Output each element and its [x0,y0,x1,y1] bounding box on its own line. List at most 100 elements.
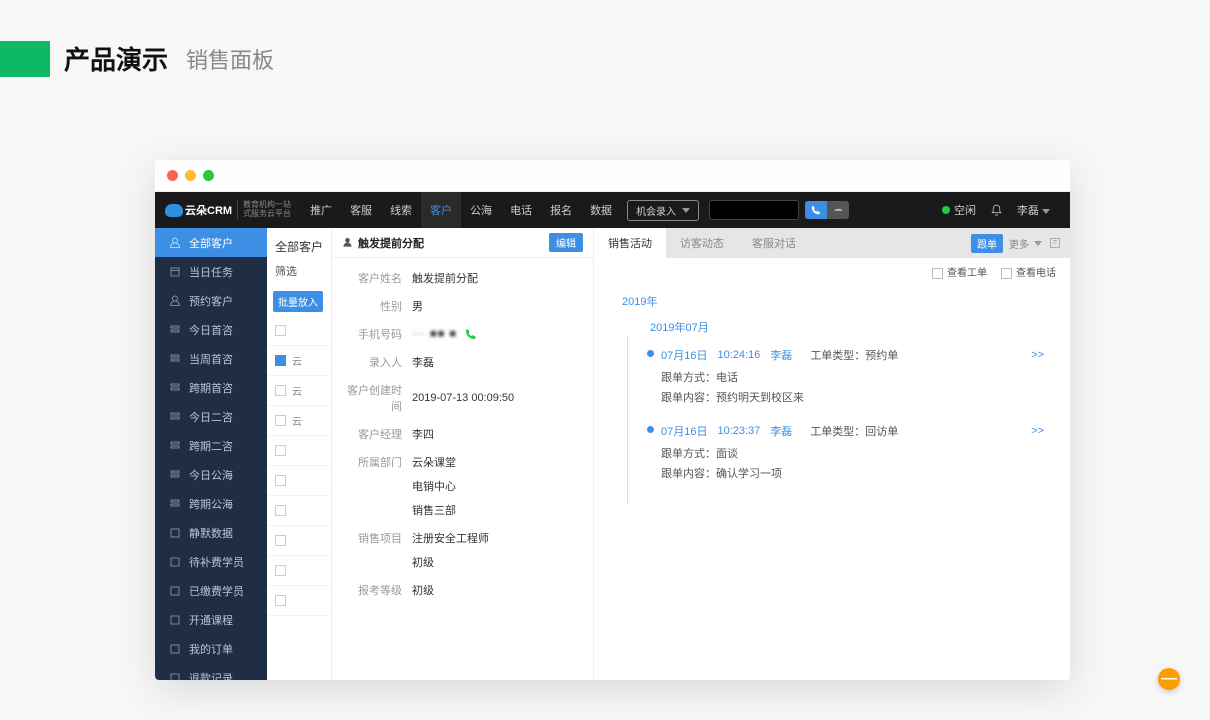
row-checkbox[interactable] [275,325,286,336]
follow-badge[interactable]: 跟单 [971,234,1003,253]
nav-item-线索[interactable]: 线索 [381,192,421,228]
status-indicator[interactable]: 空闲 [942,202,976,218]
more-menu[interactable]: 更多 [1009,236,1042,251]
sidebar-icon [169,498,181,510]
sidebar-item-10[interactable]: 静默数据 [155,518,267,547]
row-checkbox[interactable] [275,595,286,606]
user-menu[interactable]: 李磊 [1017,202,1050,218]
sidebar-item-11[interactable]: 待补费学员 [155,547,267,576]
detail-field: 录入人李磊 [342,348,583,376]
logo[interactable]: 云朵CRM 教育机构一站 式服务云平台 [165,201,291,219]
timeline-dot-icon [647,350,654,357]
list-row[interactable] [267,466,331,496]
timeline-item: 07月16日10:24:16李磊工单类型：预约单>>跟单方式：电话跟单内容：预约… [650,341,1050,417]
expand-button[interactable]: >> [1031,349,1050,361]
sidebar-item-13[interactable]: 开通课程 [155,605,267,634]
sidebar-item-8[interactable]: 今日公海 [155,460,267,489]
float-action-button[interactable]: — [1158,668,1180,690]
list-row[interactable] [267,526,331,556]
row-checkbox[interactable] [275,415,286,426]
activity-toolbar: 查看工单 查看电话 [594,258,1070,285]
list-row[interactable] [267,556,331,586]
sidebar-item-15[interactable]: 退款记录 [155,663,267,680]
sidebar-item-12[interactable]: 已缴费学员 [155,576,267,605]
app-window: 云朵CRM 教育机构一站 式服务云平台 推广客服线索客户公海电话报名数据 机会录… [155,160,1070,680]
sidebar-icon [169,585,181,597]
nav-item-客服[interactable]: 客服 [341,192,381,228]
close-window-icon[interactable] [167,170,178,181]
list-row[interactable] [267,316,331,346]
timeline-line [627,335,628,503]
sidebar-icon [169,295,181,307]
chevron-down-icon [1042,209,1050,214]
nav-item-电话[interactable]: 电话 [501,192,541,228]
detail-field: 所属部门云朵课堂电销中心销售三部 [342,448,583,524]
page-title-sub: 销售面板 [186,43,274,75]
opportunity-entry-button[interactable]: 机会录入 [627,200,699,221]
chevron-down-icon [1034,241,1042,246]
sidebar-icon [169,643,181,655]
phone-call-button[interactable] [805,201,827,219]
sidebar-item-4[interactable]: 当周首咨 [155,344,267,373]
activity-tab-0[interactable]: 销售活动 [594,228,666,258]
sidebar-icon [169,411,181,423]
sidebar-icon [169,266,181,278]
activity-tab-2[interactable]: 客服对话 [738,228,810,258]
row-checkbox[interactable] [275,445,286,456]
hangup-button[interactable] [827,201,849,219]
sidebar-item-0[interactable]: 全部客户 [155,228,267,257]
nav-item-推广[interactable]: 推广 [301,192,341,228]
sidebar-item-14[interactable]: 我的订单 [155,634,267,663]
sidebar-item-3[interactable]: 今日首咨 [155,315,267,344]
row-checkbox[interactable] [275,385,286,396]
pin-icon[interactable] [1048,236,1062,250]
sidebar-item-6[interactable]: 今日二咨 [155,402,267,431]
expand-button[interactable]: >> [1031,425,1050,437]
list-row[interactable]: 云 [267,346,331,376]
cloud-icon [165,204,183,217]
row-checkbox[interactable] [275,475,286,486]
row-checkbox[interactable] [275,355,286,366]
row-checkbox[interactable] [275,565,286,576]
timeline: 2019年 2019年07月 07月16日10:24:16李磊工单类型：预约单>… [594,285,1070,503]
detail-field: 客户姓名触发提前分配 [342,264,583,292]
sidebar: 全部客户当日任务预约客户今日首咨当周首咨跨期首咨今日二咨跨期二咨今日公海跨期公海… [155,228,267,680]
chevron-down-icon [682,208,690,213]
list-row[interactable] [267,436,331,466]
sidebar-icon [169,672,181,681]
row-checkbox[interactable] [275,505,286,516]
app-body: 全部客户当日任务预约客户今日首咨当周首咨跨期首咨今日二咨跨期二咨今日公海跨期公海… [155,228,1070,680]
view-phone-checkbox[interactable]: 查看电话 [1001,264,1056,279]
phone-icon[interactable] [465,328,477,340]
detail-header: 触发提前分配 编辑 [332,228,593,258]
title-accent-block [0,41,50,77]
nav-item-报名[interactable]: 报名 [541,192,581,228]
sidebar-icon [169,556,181,568]
timeline-item: 07月16日10:23:37李磊工单类型：回访单>>跟单方式：面谈跟单内容：确认… [650,417,1050,493]
bell-icon[interactable] [990,204,1003,217]
user-icon [342,237,353,248]
detail-field: 报考等级初级 [342,576,583,604]
sidebar-item-5[interactable]: 跨期首咨 [155,373,267,402]
list-row[interactable]: 云 [267,406,331,436]
list-row[interactable] [267,496,331,526]
list-row[interactable]: 云 [267,376,331,406]
list-row[interactable] [267,586,331,616]
activity-tab-1[interactable]: 访客动态 [666,228,738,258]
sidebar-item-1[interactable]: 当日任务 [155,257,267,286]
edit-button[interactable]: 编辑 [549,233,583,252]
bulk-action-tag[interactable]: 批量放入 [273,291,323,312]
detail-field: 客户经理李四 [342,420,583,448]
row-checkbox[interactable] [275,535,286,546]
view-workorder-checkbox[interactable]: 查看工单 [932,264,987,279]
sidebar-item-9[interactable]: 跨期公海 [155,489,267,518]
sidebar-item-2[interactable]: 预约客户 [155,286,267,315]
nav-item-公海[interactable]: 公海 [461,192,501,228]
minimize-window-icon[interactable] [185,170,196,181]
sidebar-item-7[interactable]: 跨期二咨 [155,431,267,460]
nav-item-客户[interactable]: 客户 [421,192,461,228]
nav-item-数据[interactable]: 数据 [581,192,621,228]
search-input[interactable] [709,200,799,220]
maximize-window-icon[interactable] [203,170,214,181]
activity-panel: 销售活动访客动态客服对话 跟单 更多 查看工单 查看电话 2019年 2019年… [594,228,1070,680]
